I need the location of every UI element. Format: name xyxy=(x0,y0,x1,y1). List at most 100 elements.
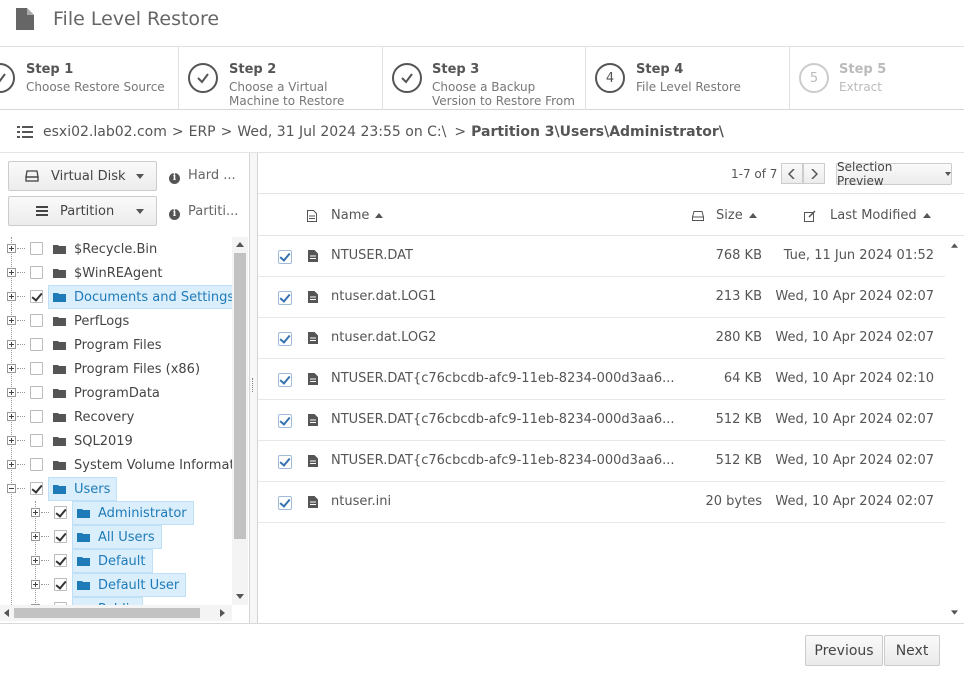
table-row[interactable]: ntuser.dat.LOG1 213 KB Wed, 10 Apr 2024 02… xyxy=(258,277,945,318)
breadcrumb-host[interactable]: esxi02.lab02.com xyxy=(43,124,167,140)
column-header-last-modified[interactable]: Last Modified xyxy=(830,208,931,223)
scroll-down-icon[interactable] xyxy=(236,594,244,599)
tree-item-checkbox[interactable] xyxy=(30,482,43,495)
expand-icon[interactable] xyxy=(7,460,16,469)
step-3[interactable]: Step 3 Choose a Backup Version to Restor… xyxy=(383,47,586,110)
scroll-left-icon[interactable] xyxy=(4,609,9,617)
table-row[interactable]: NTUSER.DAT{c76cbcdb-afc9-11eb-8234-000d3… xyxy=(258,441,945,482)
tree-item[interactable]: $WinREAgent xyxy=(0,261,232,285)
row-checkbox[interactable] xyxy=(278,455,292,469)
panel-splitter[interactable] xyxy=(249,153,258,623)
expand-icon[interactable] xyxy=(7,388,16,397)
tree-item-checkbox[interactable] xyxy=(54,530,67,543)
tree-item[interactable]: ProgramData xyxy=(0,381,232,405)
scroll-up-icon[interactable] xyxy=(236,242,244,247)
tree-item-checkbox[interactable] xyxy=(30,410,43,423)
scroll-up-icon[interactable] xyxy=(951,243,958,248)
tree-item-node[interactable]: Default User xyxy=(72,573,187,597)
expand-icon[interactable] xyxy=(31,556,40,565)
tree-item[interactable]: System Volume Informatio xyxy=(0,453,232,477)
file-list-vertical-scrollbar[interactable] xyxy=(946,236,962,623)
row-checkbox[interactable] xyxy=(278,332,292,346)
expand-icon[interactable] xyxy=(31,580,40,589)
tree-item[interactable]: Default xyxy=(0,549,232,573)
tree-item-node[interactable]: $Recycle.Bin xyxy=(49,237,163,261)
tree-item-checkbox[interactable] xyxy=(30,242,43,255)
tree-item-node[interactable]: $WinREAgent xyxy=(49,261,168,285)
table-row[interactable]: NTUSER.DAT{c76cbcdb-afc9-11eb-8234-000d3… xyxy=(258,359,945,400)
expand-icon[interactable] xyxy=(7,316,16,325)
tree-item[interactable]: Administrator xyxy=(0,501,232,525)
scroll-down-icon[interactable] xyxy=(951,610,958,615)
tree-item-node[interactable]: Administrator xyxy=(72,501,194,525)
tree-item-node[interactable]: Program Files xyxy=(49,333,168,357)
expand-icon[interactable] xyxy=(7,268,16,277)
tree-item[interactable]: Program Files xyxy=(0,333,232,357)
scroll-right-icon[interactable] xyxy=(220,609,225,617)
step-1[interactable]: Step 1 Choose Restore Source xyxy=(0,47,179,110)
tree-item-checkbox[interactable] xyxy=(30,338,43,351)
tree-item-checkbox[interactable] xyxy=(54,506,67,519)
tree-item-node[interactable]: SQL2019 xyxy=(49,429,139,453)
tree-item-checkbox[interactable] xyxy=(30,290,43,303)
tree-item[interactable]: $Recycle.Bin xyxy=(0,237,232,261)
selection-preview-button[interactable]: Selection Preview xyxy=(836,160,952,188)
tree-item[interactable]: Default User xyxy=(0,573,232,597)
tree-item[interactable]: Documents and Settings xyxy=(0,285,232,309)
tree-item-node[interactable]: PerfLogs xyxy=(49,309,135,333)
row-checkbox[interactable] xyxy=(278,250,292,264)
column-header-size[interactable]: Size xyxy=(716,208,757,223)
table-row[interactable]: ntuser.dat.LOG2 280 KB Wed, 10 Apr 2024 02… xyxy=(258,318,945,359)
previous-page-button[interactable] xyxy=(781,163,803,184)
tree-item-checkbox[interactable] xyxy=(30,458,43,471)
tree-item[interactable]: Users xyxy=(0,477,232,501)
breadcrumb-version[interactable]: Wed, 31 Jul 2024 23:55 on C:\ xyxy=(237,124,446,140)
tree-item-node[interactable]: Program Files (x86) xyxy=(49,357,206,381)
expand-icon[interactable] xyxy=(31,508,40,517)
tree-item-node[interactable]: ProgramData xyxy=(49,381,166,405)
tree-item[interactable]: Recovery xyxy=(0,405,232,429)
expand-icon[interactable] xyxy=(7,340,16,349)
tree-item[interactable]: Public xyxy=(0,597,232,605)
next-page-button[interactable] xyxy=(803,163,825,184)
tree-item[interactable]: PerfLogs xyxy=(0,309,232,333)
scrollbar-thumb[interactable] xyxy=(234,253,246,539)
tree-item-node[interactable]: Recovery xyxy=(49,405,140,429)
collapse-icon[interactable] xyxy=(7,484,16,493)
folder-tree[interactable]: $Recycle.Bin $WinREAgent Documents and Set… xyxy=(0,237,232,605)
tree-vertical-scrollbar[interactable] xyxy=(232,237,248,605)
step-2[interactable]: Step 2 Choose a Virtual Machine to Resto… xyxy=(179,47,383,110)
expand-icon[interactable] xyxy=(31,532,40,541)
next-button[interactable]: Next xyxy=(884,635,940,666)
tree-item-checkbox[interactable] xyxy=(54,578,67,591)
tree-item[interactable]: Program Files (x86) xyxy=(0,357,232,381)
expand-icon[interactable] xyxy=(7,436,16,445)
expand-icon[interactable] xyxy=(7,364,16,373)
tree-item[interactable]: SQL2019 xyxy=(0,429,232,453)
expand-icon[interactable] xyxy=(7,412,16,421)
tree-item-checkbox[interactable] xyxy=(30,434,43,447)
tree-item-node[interactable]: Public xyxy=(72,597,144,605)
tree-item-checkbox[interactable] xyxy=(54,554,67,567)
column-header-name[interactable]: Name xyxy=(331,208,384,223)
partition-info[interactable]: i Partiti... xyxy=(169,204,238,220)
breadcrumb-vm[interactable]: ERP xyxy=(189,124,216,140)
previous-button[interactable]: Previous xyxy=(805,635,883,666)
tree-item-node[interactable]: System Volume Informatio xyxy=(49,453,232,477)
scrollbar-thumb[interactable] xyxy=(14,608,200,618)
tree-item-node[interactable]: Documents and Settings xyxy=(48,285,232,309)
table-row[interactable]: NTUSER.DAT 768 KB Tue, 11 Jun 2024 01:52 xyxy=(258,236,945,277)
tree-item-checkbox[interactable] xyxy=(30,386,43,399)
expand-icon[interactable] xyxy=(7,292,16,301)
tree-item-node[interactable]: Default xyxy=(72,549,153,573)
disk-info[interactable]: i Hard ... xyxy=(169,168,236,184)
tree-item-checkbox[interactable] xyxy=(30,266,43,279)
row-checkbox[interactable] xyxy=(278,414,292,428)
list-icon[interactable] xyxy=(17,125,33,139)
tree-item-node[interactable]: Users xyxy=(48,477,118,501)
tree-item-node[interactable]: All Users xyxy=(72,525,162,549)
virtual-disk-dropdown[interactable]: Virtual Disk xyxy=(8,161,157,191)
table-row[interactable]: ntuser.ini 20 bytes Wed, 10 Apr 2024 02:07 xyxy=(258,482,945,523)
row-checkbox[interactable] xyxy=(278,373,292,387)
tree-item-checkbox[interactable] xyxy=(30,362,43,375)
